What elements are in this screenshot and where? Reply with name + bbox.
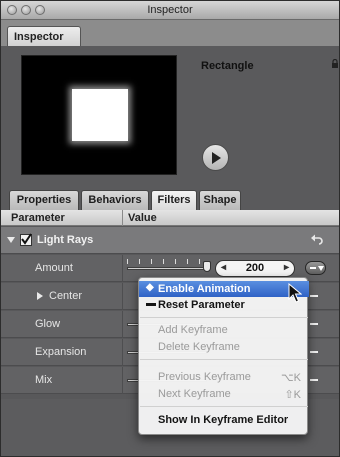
menu-item-next-keyframe[interactable]: Next Keyframe ⇧K bbox=[139, 386, 309, 402]
amount-value-field[interactable]: ◂ 200 ▸ bbox=[215, 260, 295, 277]
dash-icon: ▬ bbox=[146, 298, 156, 309]
menu-item-show-keyframe-editor[interactable]: Show In Keyframe Editor bbox=[139, 412, 309, 428]
filter-name: Light Rays bbox=[37, 234, 94, 246]
menu-item-delete-keyframe[interactable]: Delete Keyframe bbox=[139, 339, 309, 355]
diamond-icon: ◆ bbox=[146, 282, 154, 293]
mouse-cursor-icon bbox=[288, 283, 302, 303]
animation-menu-button[interactable] bbox=[305, 261, 326, 275]
object-name: Rectangle bbox=[201, 60, 254, 72]
play-button[interactable] bbox=[202, 144, 229, 171]
disclosure-triangle-icon[interactable] bbox=[7, 237, 15, 243]
param-label-expansion: Expansion bbox=[35, 346, 87, 358]
animation-menu-dash-icon[interactable] bbox=[310, 323, 318, 325]
value-column-header[interactable]: Value bbox=[128, 212, 157, 224]
title-bar[interactable]: Inspector bbox=[1, 1, 339, 20]
animation-menu-dash-icon[interactable] bbox=[310, 295, 318, 297]
menu-item-add-keyframe[interactable]: Add Keyframe bbox=[139, 322, 309, 338]
top-tab-strip: Inspector bbox=[1, 20, 339, 48]
amount-value: 200 bbox=[245, 262, 265, 274]
amount-slider[interactable] bbox=[127, 267, 207, 270]
tab-inspector[interactable]: Inspector bbox=[7, 26, 81, 48]
slider-ticks bbox=[127, 259, 207, 265]
menu-item-enable-animation[interactable]: ◆ Enable Animation bbox=[139, 281, 309, 297]
reset-arrow-icon[interactable] bbox=[311, 234, 323, 245]
shortcut-label: ⌥K bbox=[280, 372, 301, 384]
tab-shape[interactable]: Shape bbox=[199, 190, 241, 210]
preview-canvas bbox=[21, 55, 177, 175]
checkmark-icon bbox=[21, 233, 32, 245]
shortcut-label: ⇧K bbox=[284, 389, 301, 401]
preview-area: Rectangle bbox=[1, 46, 339, 186]
parameter-column-header[interactable]: Parameter bbox=[11, 212, 65, 224]
menu-item-previous-keyframe[interactable]: Previous Keyframe ⌥K bbox=[139, 369, 309, 385]
disclosure-triangle-right-icon[interactable] bbox=[37, 292, 43, 300]
param-label-center: Center bbox=[49, 290, 83, 302]
animation-context-menu: ◆ Enable Animation ▬ Reset Parameter Add… bbox=[138, 277, 309, 435]
play-icon bbox=[212, 152, 221, 164]
lock-icon[interactable] bbox=[331, 59, 339, 69]
animation-menu-dash-icon[interactable] bbox=[310, 379, 318, 381]
amount-slider-thumb[interactable] bbox=[203, 261, 211, 272]
menu-item-reset-parameter[interactable]: ▬ Reset Parameter bbox=[139, 297, 309, 313]
chevron-down-icon bbox=[318, 266, 324, 271]
tab-filters[interactable]: Filters bbox=[151, 190, 197, 210]
tab-properties[interactable]: Properties bbox=[9, 190, 79, 210]
rectangle-preview bbox=[72, 89, 128, 141]
animation-menu-dash-icon[interactable] bbox=[310, 351, 318, 353]
increment-arrow-icon[interactable]: ▸ bbox=[284, 262, 289, 273]
tab-behaviors[interactable]: Behaviors bbox=[81, 190, 149, 210]
param-label-mix: Mix bbox=[35, 374, 53, 386]
param-label-amount: Amount bbox=[35, 262, 73, 274]
filter-group-row[interactable]: Light Rays bbox=[1, 227, 339, 254]
inspector-window: Inspector Inspector Rectangle Properties… bbox=[0, 0, 340, 457]
inspector-tabs: Properties Behaviors Filters Shape bbox=[1, 186, 339, 210]
filter-enable-checkbox[interactable] bbox=[20, 233, 32, 246]
param-label-glow: Glow bbox=[35, 318, 61, 330]
dash-icon bbox=[310, 267, 316, 269]
column-headers: Parameter Value bbox=[1, 210, 339, 226]
window-title: Inspector bbox=[147, 4, 193, 16]
